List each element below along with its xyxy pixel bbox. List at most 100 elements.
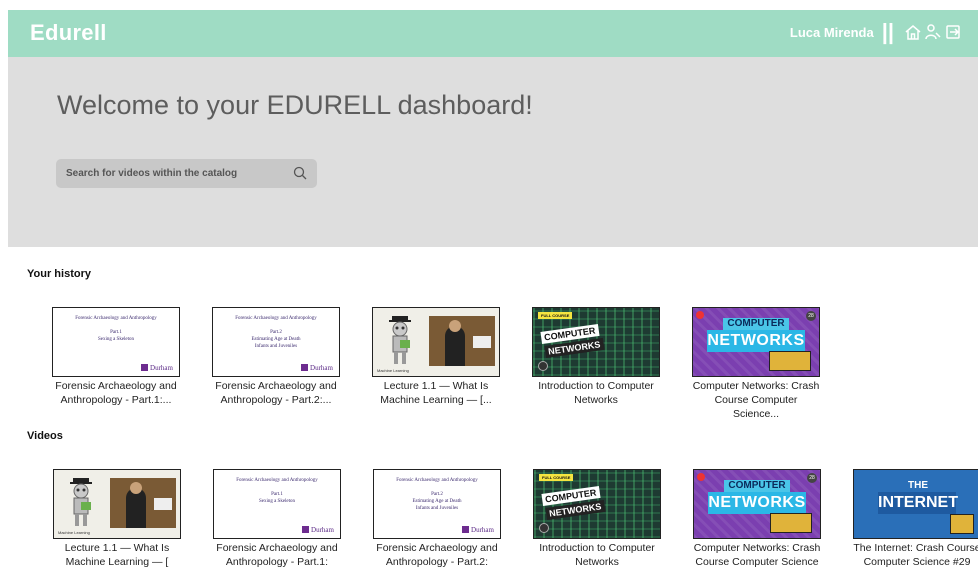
lecturer-head bbox=[130, 482, 142, 494]
video-thumbnail[interactable]: COMPUTER NETWORKS 28 bbox=[693, 469, 821, 539]
video-card[interactable]: Machine Learning Lecture 1.1 — What Is Ma… bbox=[52, 469, 182, 569]
username[interactable]: Luca Mirenda bbox=[790, 25, 874, 40]
video-thumbnail[interactable]: Forensic Archaeology and Anthropology Par… bbox=[213, 469, 341, 539]
page-title: Welcome to your EDURELL dashboard! bbox=[57, 90, 533, 120]
thumb-title: Forensic Archaeology and Anthropology bbox=[396, 478, 478, 483]
video-caption: Forensic Archaeology and Anthropology - … bbox=[55, 380, 177, 406]
robot-icon bbox=[385, 314, 415, 366]
full-course-badge: FULL COURSE bbox=[538, 312, 573, 319]
video-card[interactable]: Forensic Archaeology and Anthropology Par… bbox=[372, 469, 502, 569]
video-caption: Computer Networks: Crash Course Computer… bbox=[692, 380, 820, 420]
durham-shield-icon bbox=[301, 364, 309, 371]
thumb-word-1: COMPUTER bbox=[723, 318, 789, 330]
logo-icon bbox=[538, 361, 548, 371]
nav-right: Luca Mirenda || bbox=[790, 21, 962, 43]
durham-logo: Durham bbox=[302, 526, 334, 534]
welcome-banner: Welcome to your EDURELL dashboard! bbox=[8, 57, 978, 247]
user-key-icon[interactable] bbox=[924, 23, 942, 41]
durham-logo-text: Durham bbox=[150, 364, 173, 372]
episode-number: 28 bbox=[806, 311, 816, 321]
thumb-subtitle: Part.2 Estimating Age at Death Infants and… bbox=[213, 329, 339, 350]
video-caption: Lecture 1.1 — What Is Machine Learning —… bbox=[380, 380, 492, 406]
durham-logo: Durham bbox=[141, 364, 173, 372]
video-thumbnail[interactable]: FULL COURSE COMPUTER NETWORKS bbox=[533, 469, 661, 539]
thumb-part: Part.1 bbox=[271, 492, 283, 497]
thumb-label: Machine Learning bbox=[377, 368, 409, 373]
thumb-word-2: INTERNET bbox=[878, 492, 958, 514]
video-card[interactable]: COMPUTER NETWORKS 28 Computer Networks: Cra… bbox=[692, 469, 822, 569]
history-section-title: Your history bbox=[27, 268, 91, 280]
video-card[interactable]: THE INTERNET The Internet: Crash Course Co… bbox=[852, 469, 978, 569]
durham-logo: Durham bbox=[462, 526, 494, 534]
thumb-topic: Sexing a Skeleton bbox=[97, 337, 135, 342]
durham-shield-icon bbox=[462, 526, 470, 533]
hardware-icon bbox=[770, 513, 812, 533]
thumb-part: Part.1 bbox=[110, 330, 122, 335]
thumb-part: Part.2 bbox=[431, 492, 443, 497]
durham-logo: Durham bbox=[301, 364, 333, 372]
durham-logo-text: Durham bbox=[310, 364, 333, 372]
video-thumbnail[interactable]: Forensic Archaeology and Anthropology Par… bbox=[52, 307, 180, 377]
lecturer-body bbox=[126, 488, 146, 528]
video-caption: Introduction to Computer Networks bbox=[538, 380, 654, 406]
thumb-topic-2: Infants and Juveniles bbox=[415, 506, 459, 511]
logo-icon bbox=[539, 523, 549, 533]
brand-logo[interactable]: Edurell bbox=[30, 20, 107, 46]
slide-screen bbox=[473, 336, 491, 348]
video-thumbnail[interactable]: Machine Learning bbox=[372, 307, 500, 377]
thumb-word-1: COMPUTER bbox=[724, 480, 790, 492]
video-thumbnail[interactable]: Forensic Archaeology and Anthropology Par… bbox=[373, 469, 501, 539]
thumb-subtitle: Part.1 Sexing a Skeleton bbox=[53, 329, 179, 343]
full-course-badge: FULL COURSE bbox=[539, 474, 574, 481]
video-card[interactable]: FULL COURSE COMPUTER NETWORKS Introduction … bbox=[532, 469, 662, 569]
lecturer-video bbox=[110, 478, 176, 528]
durham-shield-icon bbox=[302, 526, 310, 533]
thumb-word-1: THE bbox=[898, 480, 938, 492]
durham-shield-icon bbox=[141, 364, 149, 371]
thumb-title: Forensic Archaeology and Anthropology bbox=[235, 316, 317, 321]
video-card[interactable]: Forensic Archaeology and Anthropology Par… bbox=[211, 307, 341, 407]
thumb-label: Machine Learning bbox=[58, 530, 90, 535]
lecturer-body bbox=[445, 326, 465, 366]
durham-logo-text: Durham bbox=[471, 526, 494, 534]
thumb-title: Forensic Archaeology and Anthropology bbox=[75, 316, 157, 321]
thumb-topic: Sexing a Skeleton bbox=[258, 499, 296, 504]
video-caption: Forensic Archaeology and Anthropology - … bbox=[215, 380, 337, 406]
search-input[interactable] bbox=[56, 159, 286, 188]
episode-number: 28 bbox=[807, 473, 817, 483]
thumb-title: Forensic Archaeology and Anthropology bbox=[236, 478, 318, 483]
top-navbar: Edurell Luca Mirenda || bbox=[8, 10, 978, 57]
video-thumbnail[interactable]: COMPUTER NETWORKS 28 bbox=[692, 307, 820, 377]
thumb-part: Part.2 bbox=[270, 330, 282, 335]
search-icon[interactable] bbox=[293, 166, 307, 180]
thumb-subtitle: Part.2 Estimating Age at Death Infants and… bbox=[374, 491, 500, 512]
search-box bbox=[56, 159, 317, 188]
lecturer-head bbox=[449, 320, 461, 332]
video-thumbnail[interactable]: Machine Learning bbox=[53, 469, 181, 539]
video-card[interactable]: Machine Learning Lecture 1.1 — What Is Ma… bbox=[371, 307, 501, 407]
computer-icon bbox=[950, 514, 974, 534]
durham-logo-text: Durham bbox=[311, 526, 334, 534]
thumb-subtitle: Part.1 Sexing a Skeleton bbox=[214, 491, 340, 505]
thumb-topic: Estimating Age at Death bbox=[251, 337, 301, 342]
logout-icon[interactable] bbox=[944, 23, 962, 41]
home-icon[interactable] bbox=[904, 23, 922, 41]
video-thumbnail[interactable]: THE INTERNET bbox=[853, 469, 978, 539]
video-card[interactable]: Forensic Archaeology and Anthropology Par… bbox=[51, 307, 181, 407]
video-thumbnail[interactable]: Forensic Archaeology and Anthropology Par… bbox=[212, 307, 340, 377]
thumb-word-2: NETWORKS bbox=[707, 330, 805, 352]
lecturer-video bbox=[429, 316, 495, 366]
video-card[interactable]: FULL COURSE COMPUTER NETWORKS Introduction … bbox=[531, 307, 661, 407]
video-thumbnail[interactable]: FULL COURSE COMPUTER NETWORKS bbox=[532, 307, 660, 377]
thumb-topic: Estimating Age at Death bbox=[412, 499, 462, 504]
thumb-word-2: NETWORKS bbox=[708, 492, 806, 514]
robot-icon bbox=[66, 476, 96, 528]
thumb-topic-2: Infants and Juveniles bbox=[254, 344, 298, 349]
video-card[interactable]: COMPUTER NETWORKS 28 Computer Networks: Cra… bbox=[691, 307, 821, 421]
videos-section-title: Videos bbox=[27, 430, 63, 442]
crash-course-logo-icon bbox=[696, 311, 704, 319]
crash-course-logo-icon bbox=[697, 473, 705, 481]
video-card[interactable]: Forensic Archaeology and Anthropology Par… bbox=[212, 469, 342, 569]
slide-screen bbox=[154, 498, 172, 510]
nav-separator: || bbox=[881, 19, 894, 44]
